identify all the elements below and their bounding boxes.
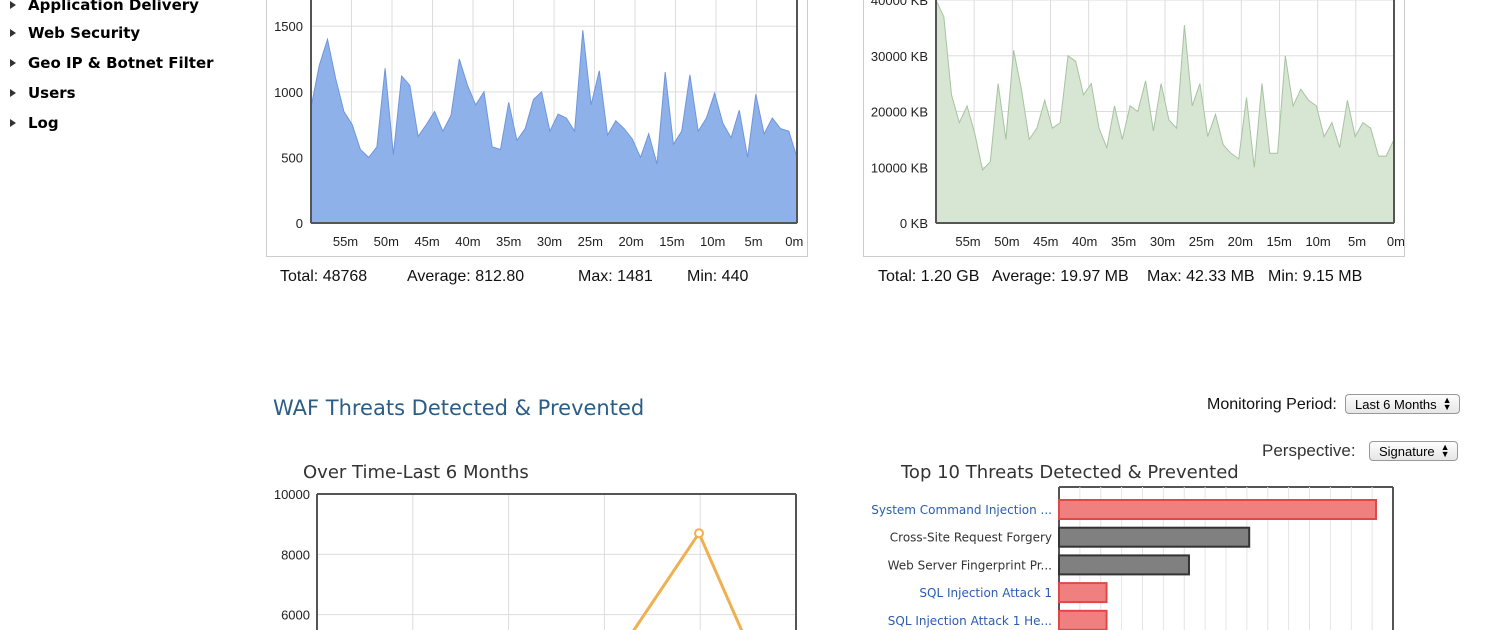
- x-tick-label: 40m: [455, 234, 480, 249]
- x-tick-label: 20m: [1228, 234, 1253, 249]
- x-tick-label: 35m: [1111, 234, 1136, 249]
- x-tick-label: 0m: [1387, 234, 1404, 249]
- y-tick-label: 0 KB: [900, 216, 928, 231]
- threat-bar: [1058, 554, 1190, 576]
- x-tick-label: 10m: [700, 234, 725, 249]
- stat-min: Min: 440: [687, 268, 749, 285]
- monitoring-period-select[interactable]: Last 6 Months ▲ ▼: [1345, 394, 1460, 414]
- sidebar-item-label: Log: [28, 114, 59, 132]
- y-tick-label: 40000 KB: [871, 0, 928, 8]
- perspective-label: Perspective:: [1262, 441, 1356, 460]
- y-tick-label: 0: [296, 216, 303, 231]
- threat-label: Web Server Fingerprint Pr...: [888, 558, 1052, 572]
- y-tick-label: 500: [281, 150, 303, 165]
- threats-bar-svg: System Command Injection ... Cross-Site R…: [871, 486, 1394, 630]
- x-tick-label: 45m: [1033, 234, 1058, 249]
- stat-max: Max: 42.33 MB: [1147, 268, 1255, 285]
- y-tick-label: 20000 KB: [871, 105, 928, 120]
- x-tick-label: 55m: [333, 234, 358, 249]
- x-tick-label: 5m: [1348, 234, 1366, 249]
- bandwidth-area-svg: 0 KB 10000 KB 20000 KB 30000 KB 40000 KB 55m 5…: [871, 0, 1404, 249]
- threat-bar: [1058, 582, 1108, 604]
- threat-label: Cross-Site Request Forgery: [890, 531, 1052, 545]
- sidebar-item-label: Application Delivery: [28, 0, 199, 14]
- sidebar-item-users[interactable]: Users: [10, 82, 76, 104]
- stat-average: Average: 19.97 MB: [992, 268, 1129, 285]
- x-tick-label: 45m: [414, 234, 439, 249]
- x-tick-label: 40m: [1072, 234, 1097, 249]
- x-tick-label: 25m: [1189, 234, 1214, 249]
- stat-total: Total: 1.20 GB: [878, 268, 980, 285]
- stat-min: Min: 9.15 MB: [1268, 268, 1363, 285]
- sidebar-item-label: Users: [28, 84, 76, 102]
- sidebar-item-label: Geo IP & Botnet Filter: [28, 54, 214, 72]
- expand-triangle-icon: [10, 89, 16, 97]
- y-tick-label: 1000: [274, 85, 303, 100]
- threats-over-time-chart: 10000 8000 6000: [266, 485, 806, 630]
- top10-title: Top 10 Threats Detected & Prevented: [901, 462, 1239, 483]
- threat-link[interactable]: SQL Injection Attack 1: [919, 586, 1052, 600]
- y-tick-label: 10000 KB: [871, 160, 928, 175]
- y-tick-label: 6000: [281, 608, 310, 623]
- x-tick-label: 50m: [994, 234, 1019, 249]
- stat-max: Max: 1481: [578, 268, 653, 285]
- expand-triangle-icon: [10, 59, 16, 67]
- expand-triangle-icon: [10, 119, 16, 127]
- x-tick-label: 0m: [785, 234, 803, 249]
- x-tick-label: 30m: [537, 234, 562, 249]
- x-tick-label: 35m: [496, 234, 521, 249]
- x-tick-label: 50m: [374, 234, 399, 249]
- over-time-title: Over Time-Last 6 Months: [303, 462, 529, 483]
- waf-section-title: WAF Threats Detected & Prevented: [273, 396, 645, 420]
- y-tick-label: 8000: [281, 547, 310, 562]
- x-tick-label: 5m: [744, 234, 762, 249]
- y-tick-label: 30000 KB: [871, 49, 928, 64]
- requests-area-chart: 0 500 1000 1500 55m 50m 45m 40m 35m 30m 25m 20m 15m 1…: [266, 0, 808, 257]
- select-arrows-icon: ▲ ▼: [1440, 442, 1450, 459]
- monitoring-period-value: Last 6 Months: [1355, 396, 1437, 412]
- sidebar-item-web-security[interactable]: Web Security: [10, 22, 140, 44]
- requests-area-svg: 0 500 1000 1500 55m 50m 45m 40m 35m 30m 25m 20m 15m 1…: [274, 0, 803, 249]
- x-tick-label: 55m: [955, 234, 980, 249]
- perspective-select[interactable]: Signature ▲ ▼: [1369, 441, 1458, 461]
- x-tick-label: 15m: [659, 234, 684, 249]
- threat-link[interactable]: SQL Injection Attack 1 He...: [888, 614, 1052, 628]
- threat-bar: [1058, 609, 1108, 630]
- top10-threats-chart: System Command Injection ... Cross-Site R…: [863, 485, 1403, 630]
- expand-triangle-icon: [10, 29, 16, 37]
- threats-line-series: [632, 530, 744, 630]
- expand-triangle-icon: [10, 1, 16, 9]
- sidebar-item-label: Web Security: [28, 24, 141, 42]
- x-tick-label: 15m: [1267, 234, 1292, 249]
- monitoring-period-label: Monitoring Period:: [1207, 396, 1337, 413]
- threats-line-svg: 10000 8000 6000: [274, 487, 797, 630]
- perspective-value: Signature: [1379, 443, 1435, 459]
- sidebar-item-log[interactable]: Log: [10, 112, 59, 134]
- stat-total: Total: 48768: [280, 268, 368, 285]
- x-tick-label: 30m: [1150, 234, 1175, 249]
- threat-bar: [1058, 499, 1377, 520]
- x-tick-label: 20m: [618, 234, 643, 249]
- select-arrows-icon: ▲ ▼: [1442, 395, 1452, 412]
- x-tick-label: 10m: [1305, 234, 1330, 249]
- y-tick-label: 10000: [274, 487, 310, 502]
- sidebar-item-application-delivery[interactable]: Application Delivery: [10, 0, 199, 16]
- stat-average: Average: 812.80: [407, 268, 525, 285]
- data-point-marker: [694, 528, 704, 539]
- sidebar-item-geo-ip-botnet[interactable]: Geo IP & Botnet Filter: [10, 52, 214, 74]
- threat-bar: [1058, 526, 1251, 548]
- y-tick-label: 1500: [274, 19, 303, 34]
- x-tick-label: 25m: [578, 234, 603, 249]
- bandwidth-area-chart: 0 KB 10000 KB 20000 KB 30000 KB 40000 KB 55m 5…: [863, 0, 1405, 257]
- threat-link[interactable]: System Command Injection ...: [871, 503, 1052, 517]
